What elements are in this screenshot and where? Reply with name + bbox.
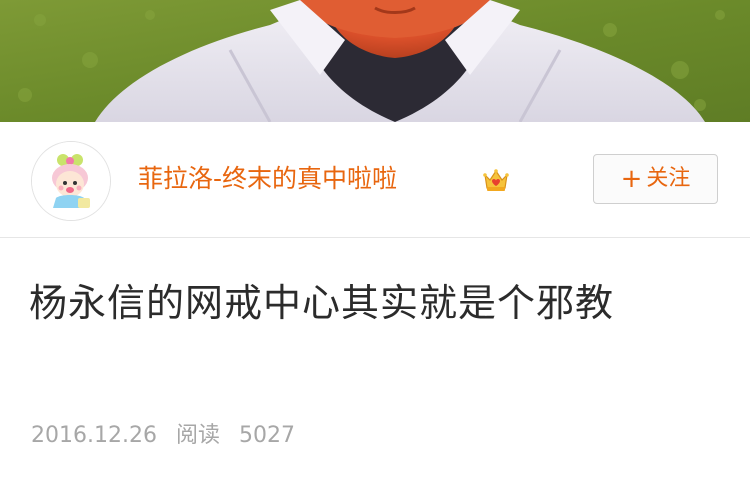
plus-icon: +: [620, 164, 643, 194]
author-avatar[interactable]: [31, 141, 111, 221]
author-name[interactable]: 菲拉洛-终末的真中啦啦: [138, 162, 397, 196]
vip-crown-icon: [482, 166, 510, 194]
article-page: 菲拉洛-终末的真中啦啦 + 关注 杨永信的网戒中心其实就是个邪教 2016.12…: [0, 0, 750, 480]
article-title: 杨永信的网戒中心其实就是个邪教: [29, 281, 615, 325]
article-meta: 2016.12.26 阅读 5027: [31, 421, 295, 451]
cover-image: [0, 0, 750, 122]
publish-date: 2016.12.26: [31, 423, 157, 448]
follow-button[interactable]: + 关注: [593, 154, 718, 204]
read-label: 阅读: [175, 423, 220, 448]
follow-label: 关注: [646, 166, 691, 191]
author-row: 菲拉洛-终末的真中啦啦 + 关注: [0, 122, 750, 238]
read-count: 5027: [238, 423, 295, 448]
